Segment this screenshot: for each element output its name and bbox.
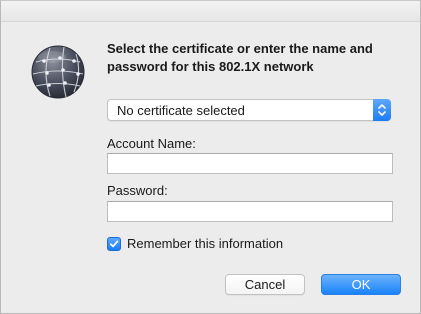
cancel-button[interactable]: Cancel (225, 274, 305, 295)
popup-arrows-icon (373, 99, 391, 121)
checkmark-icon (109, 240, 119, 247)
certificate-popup-value: No certificate selected (117, 103, 245, 118)
password-label: Password: (107, 183, 168, 198)
account-name-label: Account Name: (107, 136, 196, 151)
password-field[interactable] (107, 201, 393, 222)
remember-checkbox[interactable] (107, 236, 121, 251)
certificate-popup[interactable]: No certificate selected (107, 99, 391, 121)
title-bar[interactable] (1, 1, 420, 22)
ok-button[interactable]: OK (321, 274, 401, 295)
dialog-message: Select the certificate or enter the name… (107, 41, 373, 74)
dialog-window: Select the certificate or enter the name… (0, 0, 421, 314)
network-globe-icon (30, 44, 86, 100)
account-name-field[interactable] (107, 153, 393, 174)
remember-row: Remember this information (107, 236, 283, 251)
remember-label[interactable]: Remember this information (127, 236, 283, 251)
